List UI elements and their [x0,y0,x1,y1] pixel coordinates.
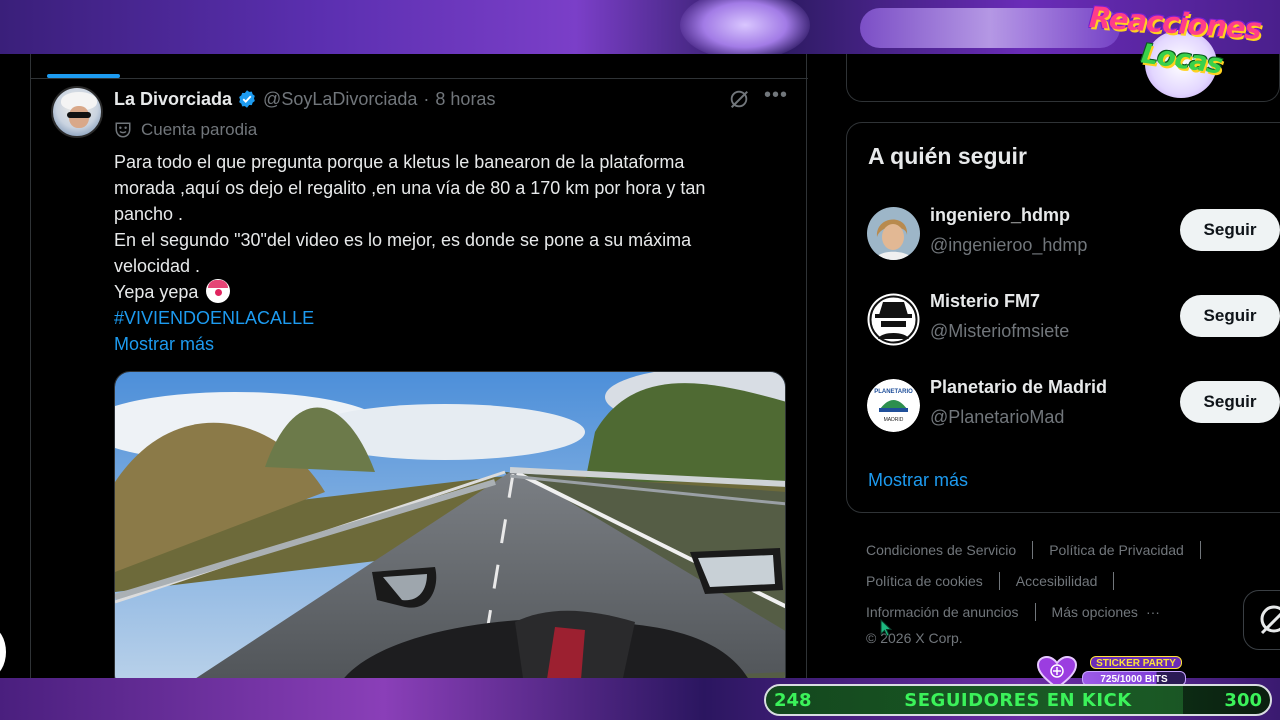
tweet-text-line: Para todo el que pregunta porque a kletu… [114,152,685,172]
sticker-party-title: STICKER PARTY [1090,656,1182,669]
who-to-follow-title: A quién seguir [868,143,1027,169]
spy-logo-icon [867,293,920,346]
logo-text-line1: Reacciones [1088,0,1262,46]
followers-goal-target: 300 [1224,690,1262,711]
suggestion-name[interactable]: ingeniero_hdmp [930,205,1070,226]
overlay-smoke-decoration [680,0,810,54]
who-to-follow-show-more[interactable]: Mostrar más [868,470,968,491]
suggestion-name[interactable]: Misterio FM7 [930,291,1040,312]
tweet-text-line: En el segundo "30"del video es lo mejor,… [114,230,692,250]
video-frame-road [115,372,785,678]
parody-label: Cuenta parodia [114,119,257,141]
footer-separator [1113,572,1115,590]
channel-logo: Reacciones Locas [1085,0,1280,100]
avatar-glasses [67,112,91,118]
hashtag-link[interactable]: #VIVIENDOENLACALLE [114,308,314,328]
tweet-timestamp[interactable]: 8 horas [435,89,495,110]
footer-row: Condiciones de Servicio Política de Priv… [866,540,1217,560]
suggestion-handle[interactable]: @PlanetarioMad [930,407,1064,428]
tweet-author-handle[interactable]: @SoyLaDivorciada [263,89,417,110]
more-options-dots-icon[interactable]: ··· [1146,604,1160,620]
messages-button[interactable] [1243,590,1280,650]
madrid-logo-text: MADRID [884,417,904,423]
suggestion-avatar[interactable]: PLANETARIO MADRID [867,379,920,432]
footer-separator [1034,603,1036,621]
more-options-icon[interactable]: ••• [764,85,787,110]
ads-info-link[interactable]: Información de anuncios [866,604,1019,620]
planetario-logo-text: PLANETARIO [874,389,913,395]
timeline-column: La Divorciada @SoyLaDivorciada · 8 horas… [30,54,808,678]
suggestion-avatar[interactable] [867,293,920,346]
separator-dot: · [423,88,430,109]
followers-goal-label: SEGUIDORES EN KICK [904,690,1132,711]
grok-icon[interactable] [728,88,750,110]
tweet-text-line: velocidad . [114,256,201,276]
tweet-header: La Divorciada @SoyLaDivorciada · 8 horas [114,87,495,111]
parody-text: Cuenta parodia [141,120,258,139]
tweet-show-more-link[interactable]: Mostrar más [114,334,214,354]
mouse-cursor-icon [880,619,892,637]
accessibility-link[interactable]: Accesibilidad [1016,573,1098,589]
tweet[interactable]: La Divorciada @SoyLaDivorciada · 8 horas… [31,79,806,678]
suggestion-handle[interactable]: @Misteriofmsiete [930,321,1069,342]
suggestion-avatar[interactable] [867,207,920,260]
who-to-follow-card: A quién seguir ingeniero_hdmp @ingeniero… [846,122,1280,513]
suggestion-name[interactable]: Planetario de Madrid [930,377,1107,398]
followers-goal-bar: 248 SEGUIDORES EN KICK 300 [764,684,1272,716]
follow-button[interactable]: Seguir [1180,381,1280,423]
verified-badge-icon [239,90,255,108]
footer-separator [1199,541,1201,559]
footer-row: Política de cookies Accesibilidad [866,571,1130,591]
grok-chat-icon [1260,605,1280,635]
left-edge-button[interactable] [0,628,6,676]
tweet-author-avatar[interactable] [51,86,103,138]
tweet-author-name[interactable]: La Divorciada [114,89,232,110]
suggestion-item[interactable]: PLANETARIO MADRID Planetario de Madrid @… [867,373,1280,435]
tweet-video[interactable] [114,371,786,678]
cookies-link[interactable]: Política de cookies [866,573,983,589]
tweet-text-line: morada ,aquí os dejo el regalito ,en una… [114,178,706,198]
footer-separator [1032,541,1034,559]
more-options-link[interactable]: Más opciones [1052,604,1138,620]
suggestion-handle[interactable]: @ingenieroo_hdmp [930,235,1087,256]
terms-link[interactable]: Condiciones de Servicio [866,542,1016,558]
tweet-text-line: pancho . [114,204,184,224]
person-photo-icon [867,207,920,260]
suggestion-item[interactable]: ingeniero_hdmp @ingenieroo_hdmp Seguir [867,201,1280,263]
tweet-text-line-last: Yepa yepa [114,279,764,305]
suggestion-item[interactable]: Misterio FM7 @Misteriofmsiete Seguir [867,287,1280,349]
planetarium-logo-icon: PLANETARIO MADRID [867,379,920,432]
overlay-cloud-decoration [860,8,1120,48]
theater-mask-icon [115,122,131,138]
clown-emoji-icon [206,279,231,303]
x-web-page: La Divorciada @SoyLaDivorciada · 8 horas… [0,54,1280,678]
footer-separator [998,572,1000,590]
privacy-link[interactable]: Política de Privacidad [1049,542,1184,558]
footer-row: Información de anuncios Más opciones ··· [866,602,1160,622]
tweet-text-line: Yepa yepa [114,282,199,302]
follow-button[interactable]: Seguir [1180,209,1280,251]
tweet-text: Para todo el que pregunta porque a kletu… [114,149,764,357]
follow-button[interactable]: Seguir [1180,295,1280,337]
